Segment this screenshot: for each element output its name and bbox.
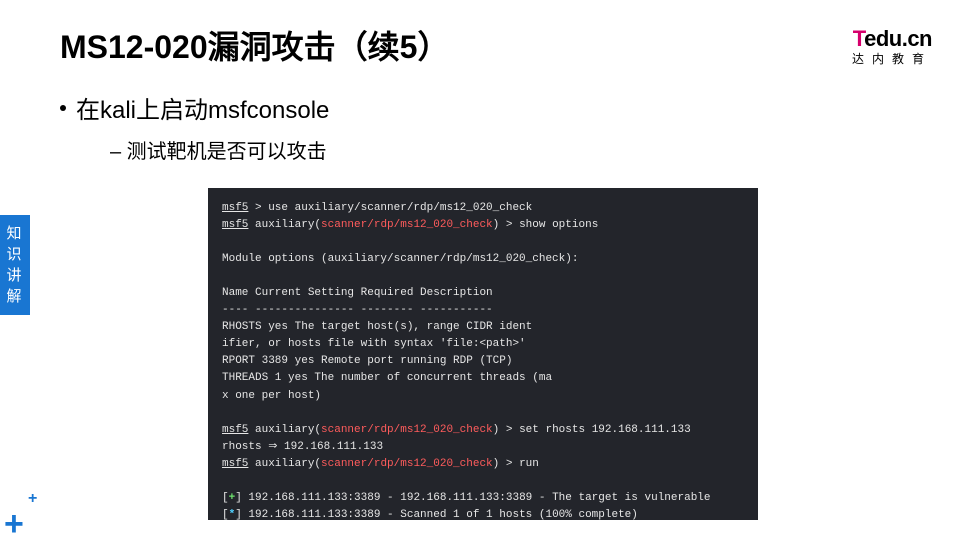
logo-letter: T xyxy=(853,26,864,51)
bullet-level-1: 在kali上启动msfconsole xyxy=(60,90,329,125)
bullet-level-2: – 测试靶机是否可以攻击 xyxy=(110,135,327,164)
bullet-1-text: 在kali上启动msfconsole xyxy=(76,90,329,125)
sidebar-tag: 知识讲解 xyxy=(0,215,30,315)
page-title: MS12-020漏洞攻击（续5） xyxy=(60,22,449,68)
terminal-screenshot: msf5 > use auxiliary/scanner/rdp/ms12_02… xyxy=(208,188,758,520)
logo-text: edu.cn xyxy=(864,26,932,51)
logo-subtitle: 达内教育 xyxy=(852,50,932,67)
plus-icon: + xyxy=(28,490,37,508)
bullet-dot-icon xyxy=(60,105,66,111)
plus-icon: + xyxy=(4,505,24,544)
brand-logo: Tedu.cn 达内教育 xyxy=(852,26,932,67)
